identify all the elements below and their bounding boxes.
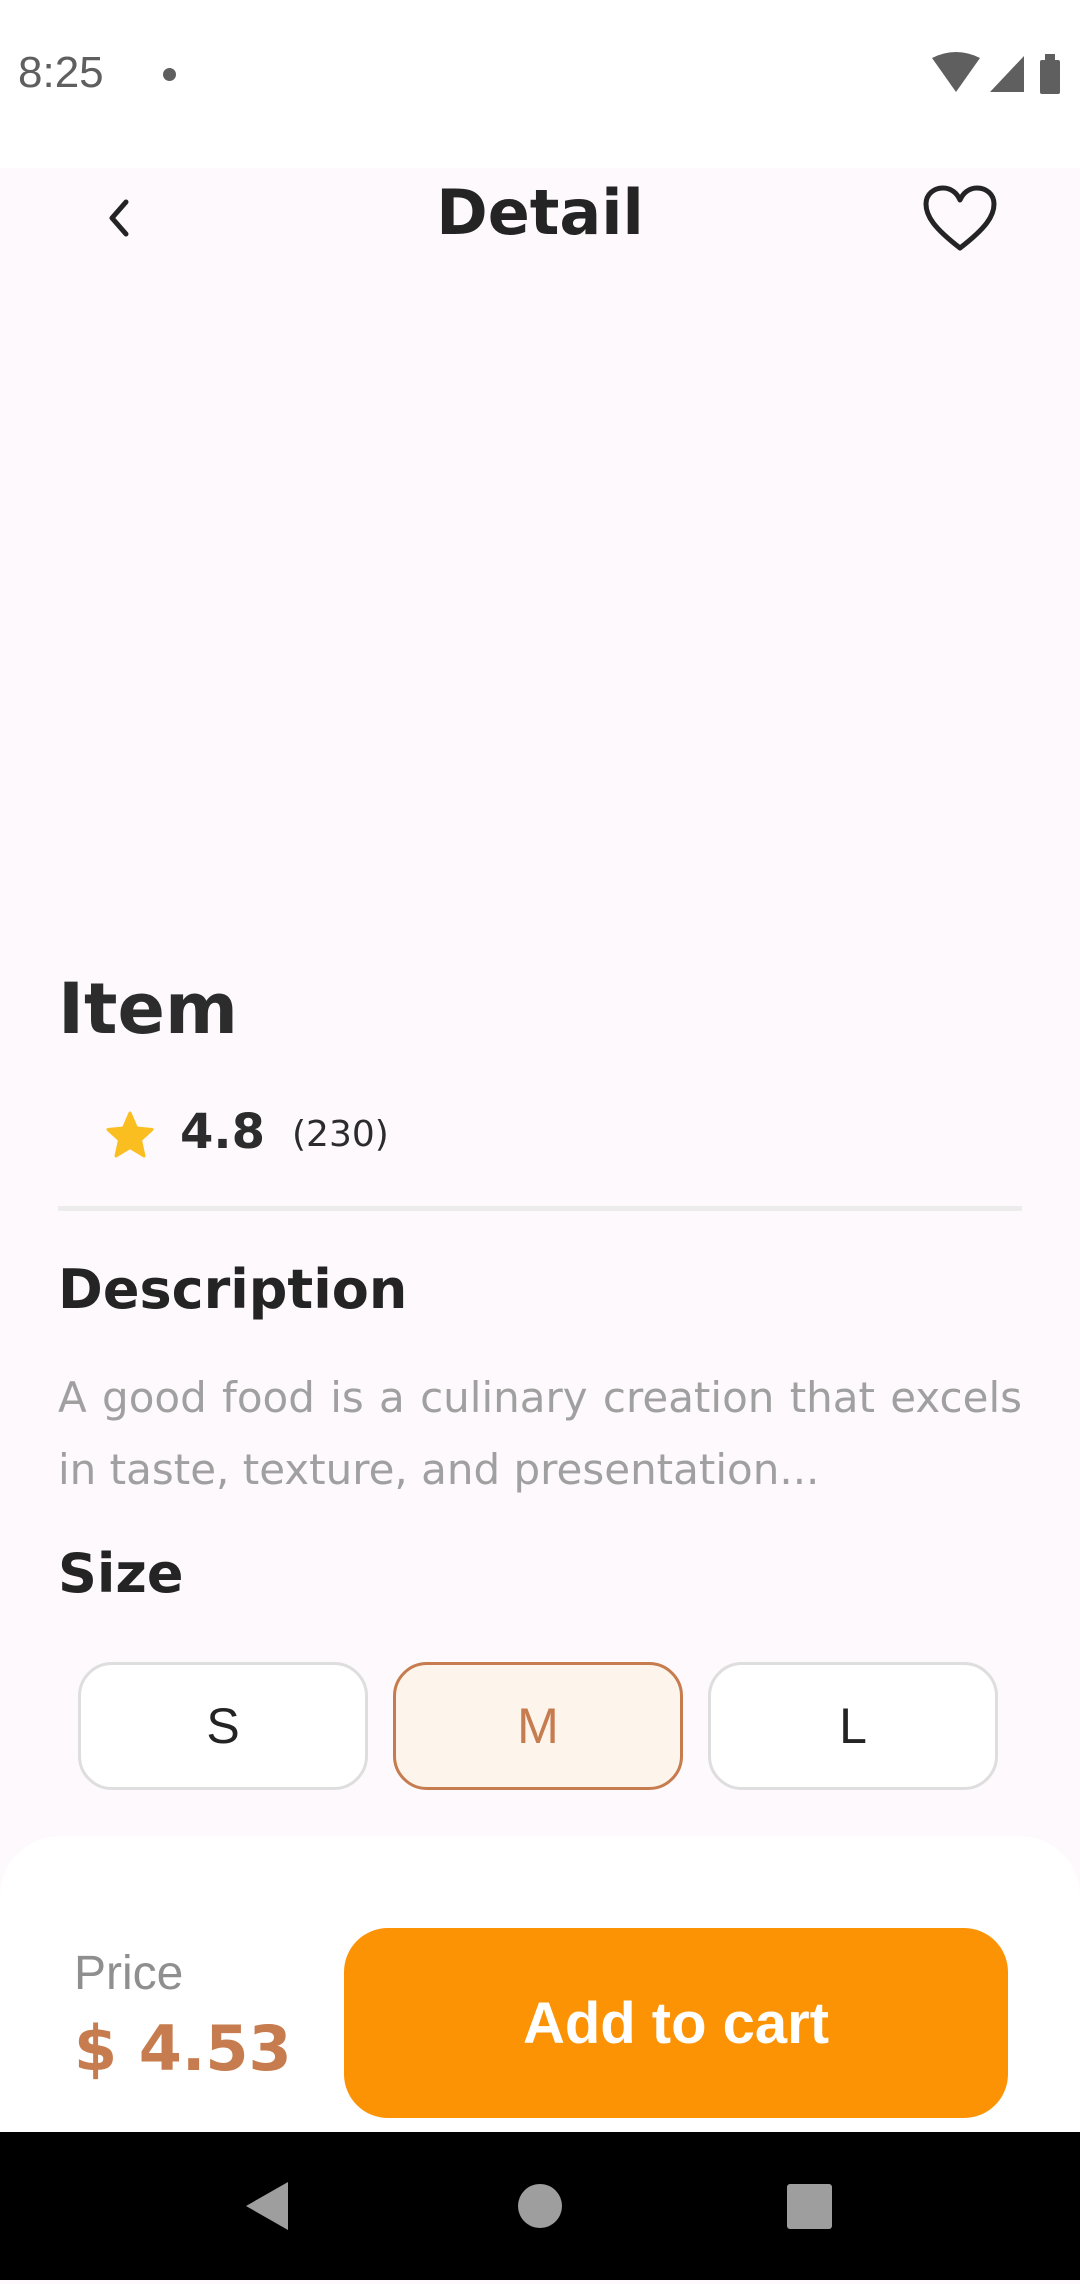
- nav-back-icon[interactable]: [246, 2182, 288, 2230]
- status-bar: 8:25: [0, 0, 1080, 168]
- system-nav-bar: [0, 2132, 1080, 2280]
- checkout-bar: Price $ 4.53 Add to cart: [0, 1836, 1080, 2132]
- wifi-icon: [932, 52, 980, 92]
- notification-dot-icon: [163, 68, 176, 81]
- product-image: [0, 280, 1080, 940]
- nav-home-icon[interactable]: [518, 2184, 562, 2228]
- price-value: $ 4.53: [74, 2012, 292, 2085]
- size-selector: S M L: [78, 1662, 1002, 1794]
- add-to-cart-button[interactable]: Add to cart: [344, 1928, 1008, 2118]
- status-time: 8:25: [18, 48, 104, 97]
- size-option-m[interactable]: M: [393, 1662, 683, 1790]
- size-option-l[interactable]: L: [708, 1662, 998, 1790]
- battery-icon: [1040, 54, 1060, 94]
- description-text: A good food is a culinary creation that …: [58, 1373, 1022, 1494]
- size-heading: Size: [58, 1542, 184, 1605]
- size-option-s[interactable]: S: [78, 1662, 368, 1790]
- page-title: Detail: [436, 176, 644, 249]
- status-icons: [932, 52, 1062, 100]
- signal-icon: [990, 56, 1024, 92]
- top-app-bar: Detail: [0, 168, 1080, 268]
- description-heading: Description: [58, 1258, 408, 1321]
- star-icon: [106, 1111, 154, 1158]
- review-count: (230): [292, 1114, 389, 1155]
- nav-recents-icon[interactable]: [787, 2184, 832, 2229]
- favorite-button[interactable]: [920, 182, 1000, 258]
- price-label: Price: [74, 1947, 184, 2000]
- heart-icon: [923, 185, 997, 251]
- divider: [58, 1206, 1022, 1211]
- rating-value: 4.8: [180, 1104, 266, 1160]
- item-name: Item: [58, 968, 238, 1050]
